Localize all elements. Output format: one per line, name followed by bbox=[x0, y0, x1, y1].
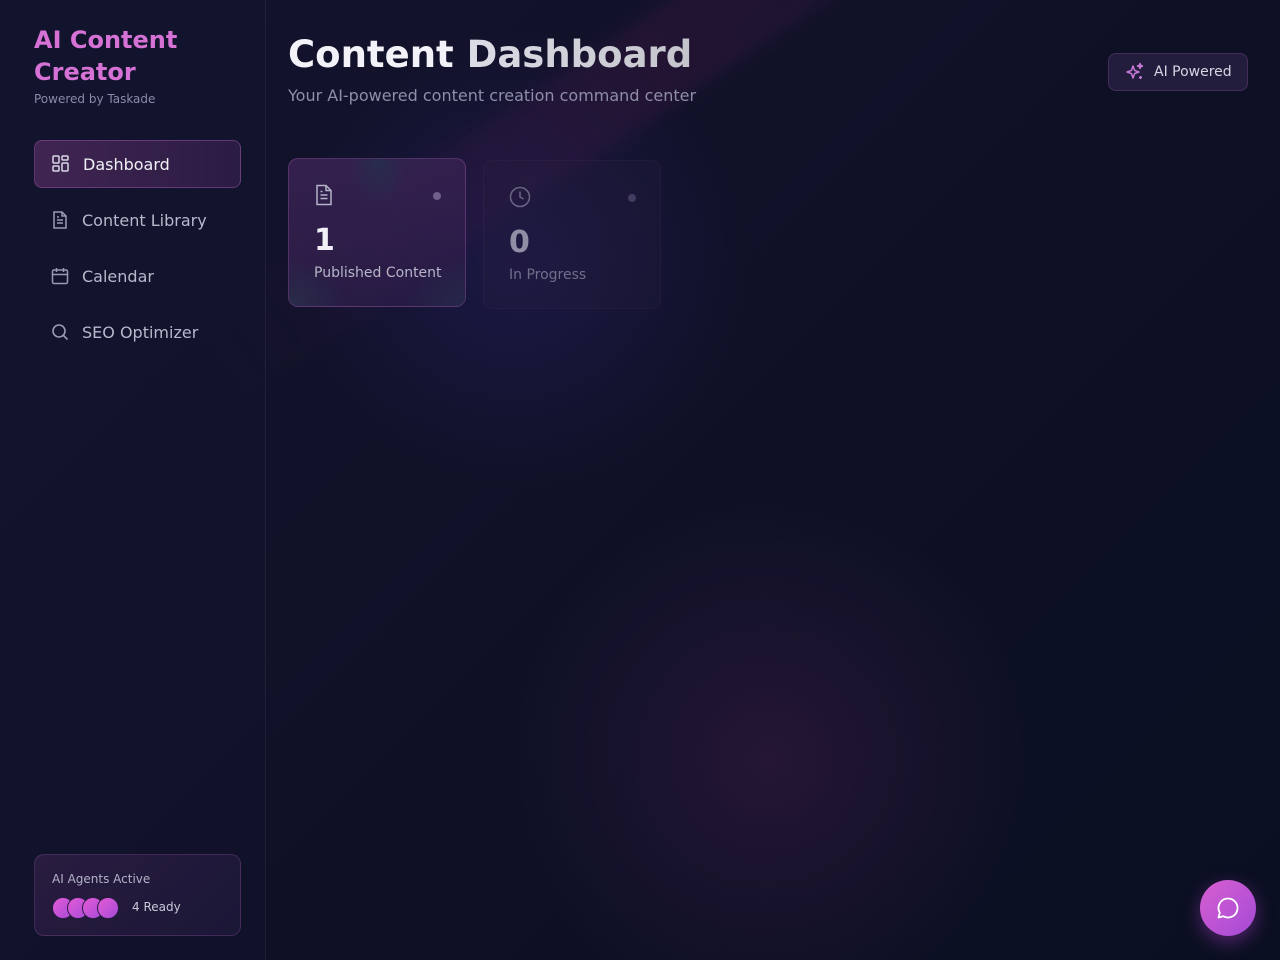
stat-value: 1 bbox=[314, 223, 335, 258]
clock-icon bbox=[509, 186, 531, 208]
page-title-part1: Content bbox=[288, 33, 454, 76]
agents-title: AI Agents Active bbox=[52, 872, 151, 886]
sidebar-item-label: Dashboard bbox=[83, 154, 170, 174]
sidebar-nav: Dashboard Content Library Calendar SEO O… bbox=[34, 140, 241, 364]
page-title: Content Dashboard bbox=[288, 33, 692, 76]
calendar-icon bbox=[50, 266, 70, 286]
stat-value: 0 bbox=[509, 225, 530, 260]
agents-status: 4 Ready bbox=[132, 900, 181, 914]
stat-card-published[interactable]: 1 Published Content bbox=[288, 158, 466, 307]
ai-powered-badge: AI Powered bbox=[1108, 53, 1248, 91]
stat-label: Published Content bbox=[314, 265, 442, 281]
ai-agents-card: AI Agents Active 4 Ready bbox=[34, 854, 241, 936]
agent-avatars bbox=[52, 897, 132, 919]
brand-subtitle: Powered by Taskade bbox=[34, 92, 156, 106]
sidebar-item-label: Content Library bbox=[82, 210, 207, 230]
status-dot bbox=[628, 194, 636, 202]
brand-title: AI Content Creator bbox=[34, 26, 178, 86]
chat-bubble-icon bbox=[1215, 895, 1241, 921]
sidebar-item-label: Calendar bbox=[82, 266, 154, 286]
ai-powered-label: AI Powered bbox=[1154, 64, 1232, 80]
sparkles-icon bbox=[1125, 62, 1145, 82]
sidebar-item-label: SEO Optimizer bbox=[82, 322, 199, 342]
stat-label: In Progress bbox=[509, 267, 587, 283]
agent-avatar bbox=[97, 897, 119, 919]
sidebar-item-seo-optimizer[interactable]: SEO Optimizer bbox=[34, 308, 241, 356]
page-title-part2: Dashboard bbox=[466, 33, 693, 76]
sidebar: AI Content Creator Powered by Taskade Da… bbox=[0, 0, 266, 960]
document-icon bbox=[50, 210, 70, 230]
sidebar-item-content-library[interactable]: Content Library bbox=[34, 196, 241, 244]
document-icon bbox=[314, 184, 336, 206]
dashboard-grid-icon bbox=[51, 154, 71, 174]
search-icon bbox=[50, 322, 70, 342]
page-subtitle: Your AI-powered content creation command… bbox=[288, 86, 697, 105]
chat-button[interactable] bbox=[1200, 880, 1256, 936]
sidebar-item-dashboard[interactable]: Dashboard bbox=[34, 140, 241, 188]
stat-card-in-progress[interactable]: 0 In Progress bbox=[483, 160, 661, 309]
sidebar-item-calendar[interactable]: Calendar bbox=[34, 252, 241, 300]
status-dot bbox=[433, 192, 441, 200]
